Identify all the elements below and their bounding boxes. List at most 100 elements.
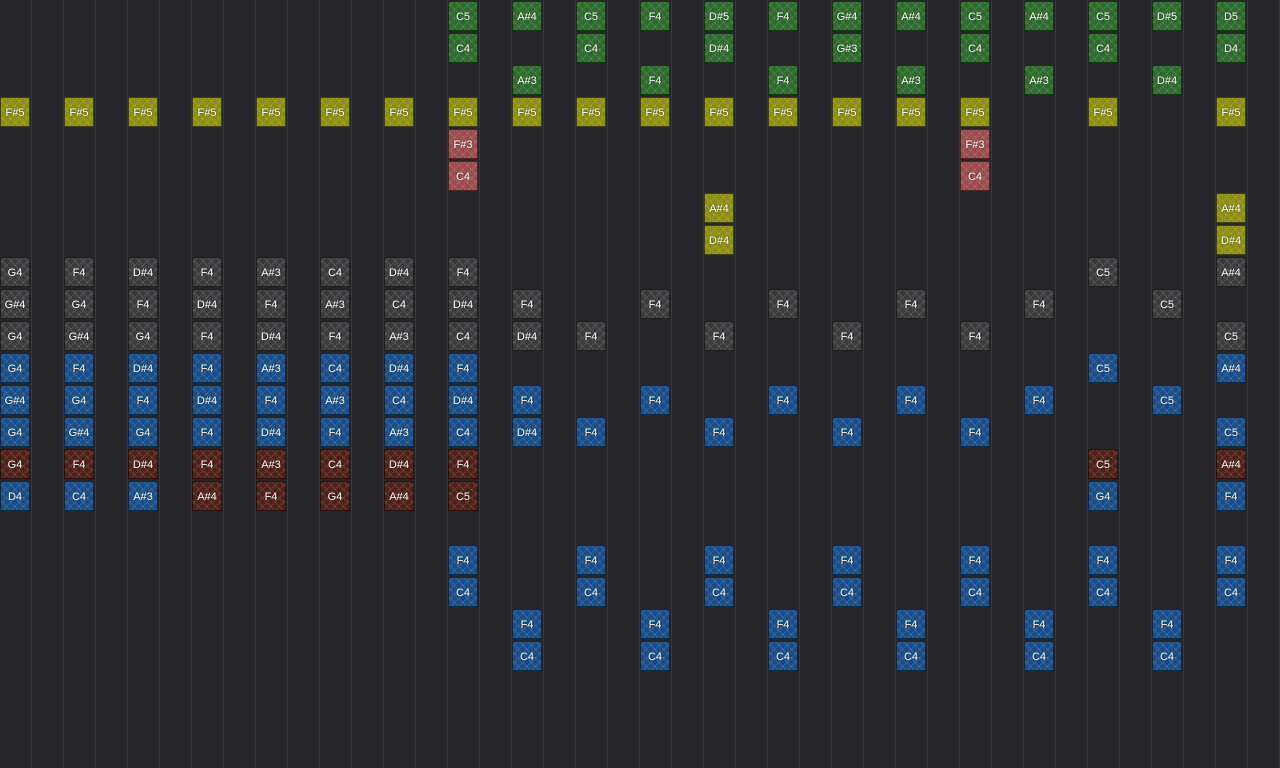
note-block-green[interactable]: C5 [960,1,990,31]
note-block-yellow[interactable]: F#5 [448,97,478,127]
note-block-yellow[interactable]: F#5 [1088,97,1118,127]
note-block-gray[interactable]: F4 [256,289,286,319]
note-block-blue[interactable]: C4 [448,417,478,447]
note-block-blue[interactable]: D#4 [512,417,542,447]
note-block-blue[interactable]: C4 [1152,641,1182,671]
note-block-blue[interactable]: F4 [448,353,478,383]
note-block-blue[interactable]: D4 [0,481,30,511]
note-block-blue[interactable]: F4 [1088,545,1118,575]
note-block-gray[interactable]: D#4 [192,289,222,319]
note-block-blue[interactable]: F4 [576,417,606,447]
note-block-gray[interactable]: D#4 [512,321,542,351]
note-block-blue[interactable]: C4 [320,353,350,383]
note-block-blue[interactable]: F4 [640,609,670,639]
note-block-blue[interactable]: F4 [576,545,606,575]
note-block-red[interactable]: C4 [448,161,478,191]
note-block-blue[interactable]: F4 [256,385,286,415]
note-block-gray[interactable]: G4 [128,321,158,351]
note-block-blue[interactable]: F4 [1024,609,1054,639]
note-block-gray[interactable]: C4 [384,289,414,319]
note-block-gray[interactable]: D#4 [384,257,414,287]
note-block-blue[interactable]: F4 [1216,545,1246,575]
note-block-green[interactable]: A#3 [1024,65,1054,95]
note-block-blue[interactable]: C4 [1088,577,1118,607]
note-block-yellow[interactable]: F#5 [256,97,286,127]
note-block-green[interactable]: A#4 [896,1,926,31]
note-block-blue[interactable]: F4 [1024,385,1054,415]
note-block-blue[interactable]: C4 [768,641,798,671]
note-block-blue[interactable]: C4 [512,641,542,671]
note-block-blue[interactable]: C4 [576,577,606,607]
note-block-gray[interactable]: F4 [320,321,350,351]
note-block-maroon[interactable]: G4 [0,449,30,479]
note-block-maroon[interactable]: C4 [320,449,350,479]
note-block-gray[interactable]: A#3 [384,321,414,351]
note-block-blue[interactable]: C4 [448,577,478,607]
note-block-gray[interactable]: F4 [64,257,94,287]
note-block-blue[interactable]: F4 [64,353,94,383]
note-block-gray[interactable]: F4 [832,321,862,351]
note-block-blue[interactable]: D#4 [384,353,414,383]
note-block-gray[interactable]: F4 [576,321,606,351]
note-block-yellow[interactable]: F#5 [384,97,414,127]
note-block-gray[interactable]: F4 [960,321,990,351]
note-block-green[interactable]: D#4 [704,33,734,63]
note-block-yellow[interactable]: F#5 [0,97,30,127]
note-block-green[interactable]: A#4 [1024,1,1054,31]
note-block-gray[interactable]: F4 [192,257,222,287]
note-block-yellow[interactable]: F#5 [704,97,734,127]
note-block-red[interactable]: C4 [960,161,990,191]
note-block-blue[interactable]: F4 [704,545,734,575]
note-block-maroon[interactable]: F4 [256,481,286,511]
note-block-green[interactable]: G#3 [832,33,862,63]
note-block-gray[interactable]: D#4 [128,257,158,287]
note-block-maroon[interactable]: F4 [64,449,94,479]
note-grid[interactable]: C5 C4 A#4 A#3 C5 C4 F4 F4 D#5 D#4 F4 F4 G#4 G#3 A#4 A#3… [0,0,1280,768]
note-block-red[interactable]: F#3 [960,129,990,159]
note-block-green[interactable]: C4 [1088,33,1118,63]
note-block-blue[interactable]: G4 [0,353,30,383]
note-block-green[interactable]: D#5 [704,1,734,31]
note-block-blue[interactable]: F4 [1216,481,1246,511]
note-block-maroon[interactable]: A#4 [1216,449,1246,479]
note-block-blue[interactable]: C4 [832,577,862,607]
note-block-blue[interactable]: F4 [1152,609,1182,639]
note-block-yellow[interactable]: F#5 [512,97,542,127]
note-block-blue[interactable]: F4 [192,353,222,383]
note-block-blue[interactable]: A#3 [384,417,414,447]
note-block-blue[interactable]: C4 [64,481,94,511]
note-block-gray[interactable]: C5 [1152,289,1182,319]
note-block-gray[interactable]: D#4 [448,289,478,319]
note-block-gray[interactable]: F4 [128,289,158,319]
note-block-green[interactable]: F4 [640,1,670,31]
note-block-blue[interactable]: A#3 [128,481,158,511]
note-block-blue[interactable]: G4 [128,417,158,447]
note-block-gray[interactable]: F4 [1024,289,1054,319]
note-block-maroon[interactable]: D#4 [128,449,158,479]
note-block-blue[interactable]: F4 [640,385,670,415]
note-block-green[interactable]: F4 [768,65,798,95]
note-block-blue[interactable]: F4 [512,385,542,415]
note-block-yellow[interactable]: A#4 [704,193,734,223]
note-block-blue[interactable]: D#4 [192,385,222,415]
note-block-blue[interactable]: F4 [448,545,478,575]
note-block-gray[interactable]: F4 [896,289,926,319]
note-block-maroon[interactable]: F4 [192,449,222,479]
note-block-blue[interactable]: F4 [832,417,862,447]
note-block-green[interactable]: C4 [960,33,990,63]
note-block-gray[interactable]: F4 [640,289,670,319]
note-block-gray[interactable]: C4 [448,321,478,351]
note-block-blue[interactable]: F4 [768,609,798,639]
note-block-gray[interactable]: C4 [320,257,350,287]
note-block-blue[interactable]: A#3 [320,385,350,415]
note-block-gray[interactable]: G#4 [0,289,30,319]
note-block-blue[interactable]: C4 [896,641,926,671]
note-block-blue[interactable]: F4 [704,417,734,447]
note-block-yellow[interactable]: F#5 [64,97,94,127]
note-block-green[interactable]: A#3 [896,65,926,95]
note-block-blue[interactable]: D#4 [256,417,286,447]
note-block-blue[interactable]: F4 [832,545,862,575]
note-block-gray[interactable]: A#3 [256,257,286,287]
note-block-blue[interactable]: F4 [896,385,926,415]
note-block-green[interactable]: F4 [768,1,798,31]
